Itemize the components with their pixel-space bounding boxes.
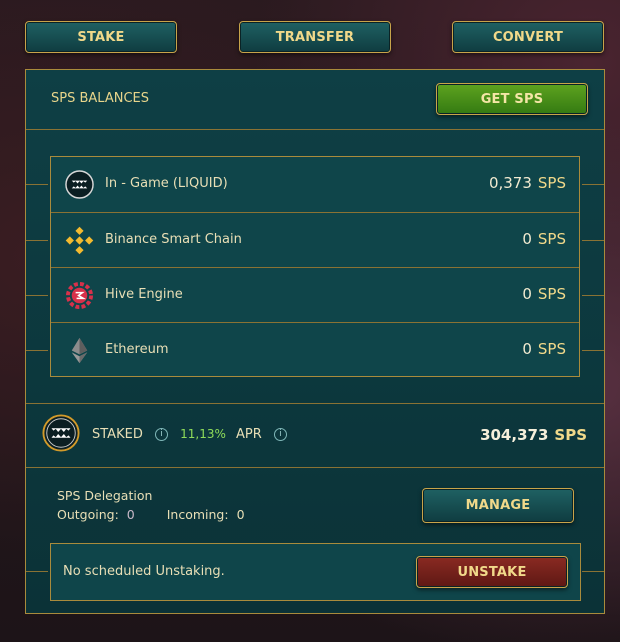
manage-delegation-button[interactable]: MANAGE [422,488,574,523]
get-sps-button[interactable]: GET SPS [436,83,588,115]
staked-label: STAKED [92,427,143,442]
connector-line [582,295,604,296]
balance-row-hive-engine: Hive Engine 0 SPS [51,268,579,323]
staked-amount: 304,373 SPS [480,426,587,444]
stake-tab-button[interactable]: STAKE [25,21,177,53]
apr-value: 11,13% [180,427,226,441]
connector-line [26,240,48,241]
connector-line [26,571,48,572]
ethereum-icon [71,337,88,364]
convert-tab-button[interactable]: CONVERT [452,21,604,53]
incoming-value: 0 [236,507,245,522]
transfer-tab-button[interactable]: TRANSFER [239,21,391,53]
section-divider [26,403,604,404]
delegation-title: SPS Delegation [57,488,153,503]
staked-info: STAKED i 11,13% APR i [92,427,287,442]
unstake-button[interactable]: UNSTAKE [416,556,568,588]
binance-icon [65,226,94,255]
connector-line [582,184,604,185]
balance-label: Hive Engine [105,287,183,302]
apr-label: APR [236,427,262,442]
staked-info-icon[interactable]: i [154,428,168,441]
balance-row-binance: Binance Smart Chain 0 SPS [51,213,579,268]
connector-line [26,295,48,296]
balance-label: Ethereum [105,342,169,357]
panel-title: SPS BALANCES [51,91,149,106]
connector-line [26,350,48,351]
hive-engine-icon [65,281,94,310]
staked-sps-icon [42,414,80,452]
balance-amount: 0,373 SPS [488,174,566,192]
unstake-box: No scheduled Unstaking. UNSTAKE [50,543,581,601]
header-divider [26,129,604,130]
incoming-label: Incoming: [166,507,229,522]
balance-row-ethereum: Ethereum 0 SPS [51,323,579,378]
connector-line [582,571,604,572]
connector-line [26,184,48,185]
balance-label: In - Game (LIQUID) [105,176,228,191]
balance-label: Binance Smart Chain [105,232,242,247]
delegation-counts: Outgoing: 0 Incoming: 0 [57,507,245,522]
outgoing-label: Outgoing: [57,507,119,522]
sps-balances-panel: SPS BALANCES GET SPS In - Game (LIQUID) … [25,69,605,614]
apr-info-icon[interactable]: i [273,428,287,441]
section-divider [26,467,604,468]
outgoing-value: 0 [126,507,135,522]
balance-list: In - Game (LIQUID) 0,373 SPS Binance Smar… [50,156,580,377]
connector-line [582,240,604,241]
balance-amount: 0 SPS [522,285,566,303]
balance-amount: 0 SPS [522,230,566,248]
balance-amount: 0 SPS [522,340,566,358]
splinterlands-icon [65,170,94,199]
balance-row-in-game: In - Game (LIQUID) 0,373 SPS [51,157,579,212]
unstake-message: No scheduled Unstaking. [63,564,225,579]
connector-line [582,350,604,351]
